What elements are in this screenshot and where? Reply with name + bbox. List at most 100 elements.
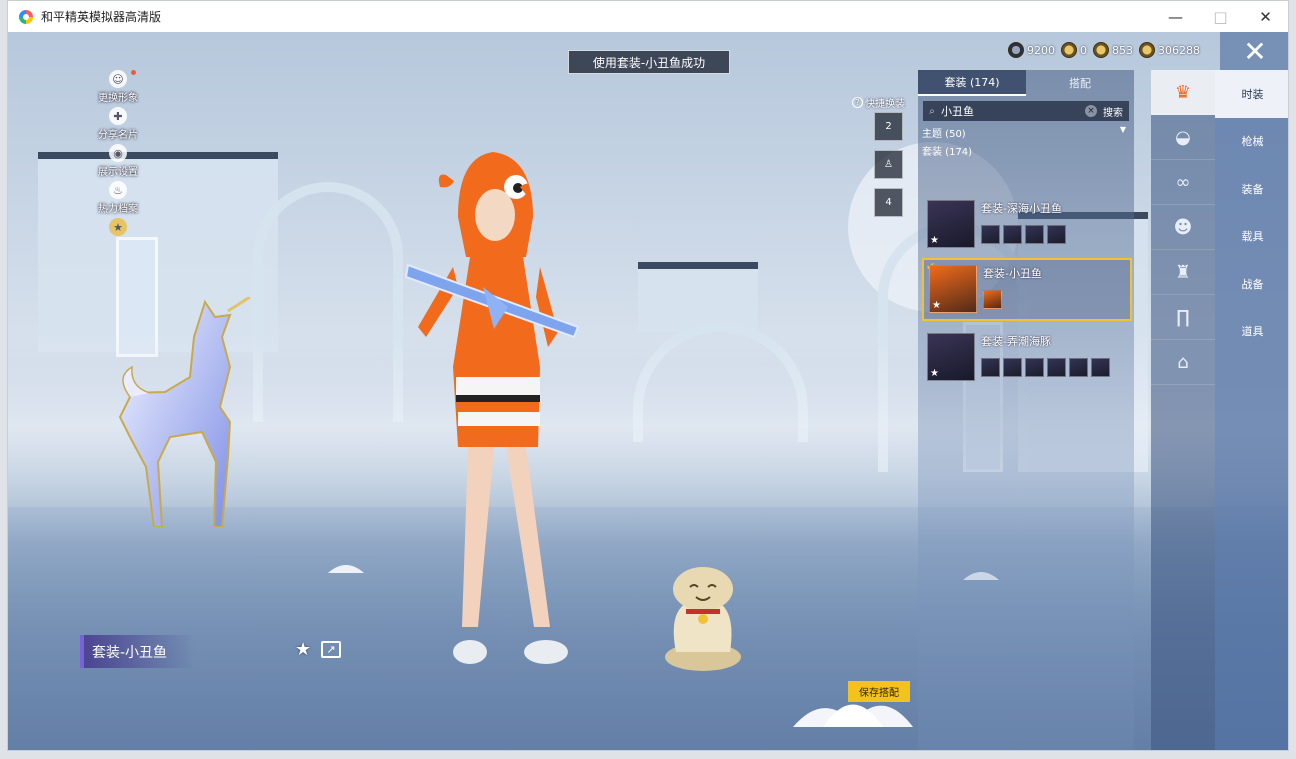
currency-gem[interactable]: 9200: [1008, 42, 1055, 58]
close-window-button[interactable]: ✕: [1243, 1, 1288, 32]
panel-tabs: 套装 (174) 搭配: [918, 70, 1134, 96]
exit-wardrobe-button[interactable]: ✕: [1220, 32, 1288, 70]
tab-battle-gear[interactable]: 战备: [1215, 260, 1288, 308]
currency-gold[interactable]: 306288: [1139, 42, 1200, 58]
person-icon: ☺: [109, 70, 127, 88]
search-button[interactable]: 搜索: [1103, 104, 1123, 119]
part-thumbnail[interactable]: [1025, 225, 1044, 244]
top-icon[interactable]: ♜: [1151, 250, 1215, 295]
shoes-icon[interactable]: ⌂: [1151, 340, 1215, 385]
left-menu-label: 更换形象: [98, 93, 138, 104]
part-thumbnail[interactable]: [1047, 358, 1066, 377]
search-bar: ⌕ 小丑鱼 × 搜索: [923, 101, 1129, 121]
tab-fashion[interactable]: 时装: [1215, 70, 1288, 118]
quick-change-label[interactable]: ? 快捷换装: [852, 95, 905, 110]
hat-icon[interactable]: ◒: [1151, 115, 1215, 160]
gem-icon: [1008, 42, 1024, 58]
part-thumbnail[interactable]: [981, 225, 1000, 244]
quick-slot-1[interactable]: 2: [874, 112, 903, 141]
part-thumbnail[interactable]: [1069, 358, 1088, 377]
glasses-icon[interactable]: ∞: [1151, 160, 1215, 205]
outfit-card[interactable]: ★ 套装-深海小丑鱼: [922, 195, 1132, 258]
outfit-thumbnail: ★: [927, 333, 975, 381]
fire-icon: ♨: [109, 181, 127, 199]
app-logo-icon: [19, 9, 33, 24]
tab-match[interactable]: 搭配: [1026, 70, 1134, 96]
minimize-button[interactable]: —: [1153, 1, 1198, 32]
currency-value: 0: [1080, 43, 1087, 57]
category-icon-strip: ♛ ◒ ∞ ☻ ♜ ∏ ⌂: [1151, 70, 1215, 750]
title-bar: 和平精英模拟器高清版 — □ ✕: [8, 1, 1288, 32]
left-menu-item-display-settings[interactable]: ◉ 展示设置: [68, 144, 168, 181]
notification-dot: [131, 70, 136, 75]
part-thumbnail[interactable]: [981, 358, 1000, 377]
share-icon[interactable]: ↗: [321, 641, 341, 658]
currency-token[interactable]: 853: [1093, 42, 1133, 58]
category-tabs: 时装 枪械 装备 载具 战备 道具: [1215, 70, 1288, 750]
tab-vehicles[interactable]: 载具: [1215, 213, 1288, 261]
left-menu-item-medal[interactable]: ★: [68, 218, 168, 255]
tab-outfits[interactable]: 套装 (174): [918, 70, 1026, 96]
outfit-icon[interactable]: ♛: [1151, 70, 1215, 115]
pants-icon[interactable]: ∏: [1151, 295, 1215, 340]
help-icon: ?: [852, 97, 863, 108]
lotus-flower-small: [328, 565, 364, 573]
mask-icon[interactable]: ☻: [1151, 205, 1215, 250]
outfit-card-name: 套装-小丑鱼: [983, 267, 1042, 280]
currency-coin[interactable]: 0: [1061, 42, 1087, 58]
quick-slot-2[interactable]: ♙: [874, 150, 903, 179]
gold-icon: [1139, 42, 1155, 58]
outfit-card-name: 套装-弄潮海豚: [981, 335, 1051, 348]
search-input[interactable]: 小丑鱼: [941, 103, 1085, 119]
maximize-button[interactable]: □: [1198, 1, 1243, 32]
part-thumbnail[interactable]: [1025, 358, 1044, 377]
hanger-icon: ♙: [884, 159, 893, 170]
part-thumbnail[interactable]: [1003, 358, 1022, 377]
clear-search-icon[interactable]: ×: [1085, 105, 1097, 117]
outfit-card-selected[interactable]: ✔ ★ 套装-小丑鱼: [922, 258, 1132, 321]
theme-filter-label: 主题 (50): [922, 129, 966, 140]
outfit-parts: [981, 358, 1110, 377]
left-menu-label: 展示设置: [98, 167, 138, 178]
left-menu: ☺ 更换形象 ✚ 分享名片 ◉ 展示设置 ♨ 热力档案 ★: [68, 70, 168, 255]
left-menu-item-change-look[interactable]: ☺ 更换形象: [68, 70, 168, 107]
part-thumbnail[interactable]: [1047, 225, 1066, 244]
scenery-wall-mid: [638, 262, 758, 332]
success-toast: 使用套装-小丑鱼成功: [568, 50, 730, 74]
left-menu-label: 分享名片: [98, 130, 138, 141]
part-thumbnail[interactable]: [1091, 358, 1110, 377]
currency-value: 9200: [1027, 43, 1055, 57]
outfit-thumbnail: ★: [927, 200, 975, 248]
outfit-count: 套装 (174): [922, 147, 973, 158]
tab-equipment[interactable]: 装备: [1215, 165, 1288, 213]
outfit-panel: 套装 (174) 搭配 ⌕ 小丑鱼 × 搜索 主题 (50) ▼ 套装 (174…: [918, 70, 1134, 750]
outfit-thumbnail: ★: [929, 265, 977, 313]
window-title: 和平精英模拟器高清版: [41, 10, 162, 24]
token-icon: [1093, 42, 1109, 58]
pet-companion[interactable]: [658, 557, 748, 672]
tab-weapons[interactable]: 枪械: [1215, 118, 1288, 166]
quick-slot-number: 2: [885, 121, 892, 132]
part-thumbnail[interactable]: [1003, 225, 1022, 244]
left-menu-item-heat-record[interactable]: ♨ 热力档案: [68, 181, 168, 218]
eye-icon: ◉: [109, 144, 127, 162]
left-menu-item-share-card[interactable]: ✚ 分享名片: [68, 107, 168, 144]
crystal-horse-mount: [118, 297, 251, 527]
currency-value: 306288: [1158, 43, 1200, 57]
game-viewport[interactable]: ☺ 更换形象 ✚ 分享名片 ◉ 展示设置 ♨ 热力档案 ★ 使用套装-小丑鱼成功: [8, 32, 1288, 750]
favorite-star-icon: ★: [930, 235, 939, 246]
search-icon: ⌕: [929, 105, 935, 117]
outfit-card[interactable]: ★ 套装-弄潮海豚: [922, 328, 1132, 391]
left-menu-label: 热力档案: [98, 204, 138, 215]
save-outfit-button[interactable]: 保存搭配: [848, 681, 910, 702]
tab-items[interactable]: 道具: [1215, 308, 1288, 356]
theme-filter[interactable]: 主题 (50) ▼ 套装 (174): [918, 121, 1134, 158]
favorite-star-icon[interactable]: ★: [295, 639, 311, 660]
quick-change-text: 快捷换装: [865, 99, 905, 110]
outfit-parts: [983, 290, 1042, 309]
player-character[interactable]: [398, 147, 598, 687]
quick-slot-3[interactable]: 4: [874, 188, 903, 217]
favorite-star-icon: ★: [930, 368, 939, 379]
share-icon: ✚: [109, 107, 127, 125]
part-thumbnail[interactable]: [983, 290, 1002, 309]
